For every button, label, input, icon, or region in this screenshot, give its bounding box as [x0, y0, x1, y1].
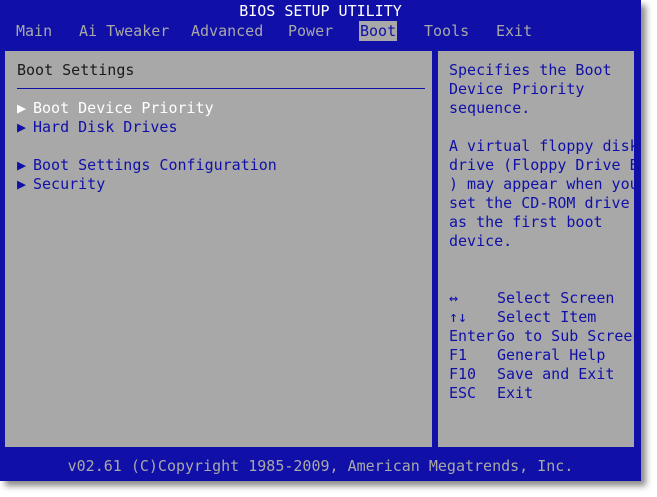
- menu-tab-boot[interactable]: Boot: [359, 21, 398, 41]
- app-title: BIOS SETUP UTILITY: [239, 2, 402, 20]
- menu-tab-power[interactable]: Power: [287, 21, 334, 41]
- key-label: F10: [449, 365, 477, 383]
- submenu-arrow-icon: ▶: [17, 175, 27, 193]
- menu-entry-label: Hard Disk Drives: [33, 118, 178, 136]
- menu-bar: Main Ai Tweaker Advanced Power Boot Tool…: [0, 21, 641, 43]
- key-hint-esc: ESC Exit: [449, 384, 533, 403]
- security-item[interactable]: ▶ Security: [17, 175, 105, 194]
- boot-settings-configuration-item[interactable]: ▶ Boot Settings Configuration: [17, 156, 277, 175]
- menu-entry-label: Security: [33, 175, 106, 193]
- section-title: Boot Settings: [17, 61, 135, 79]
- help-text-line: A virtual floppy disk: [449, 137, 639, 155]
- menu-tab-main[interactable]: Main: [15, 21, 53, 41]
- bios-screen: BIOS SETUP UTILITY Main Ai Tweaker Advan…: [0, 0, 641, 481]
- key-hint-enter: Enter Go to Sub Screen: [449, 327, 641, 346]
- submenu-arrow-icon: ▶: [17, 118, 27, 136]
- key-action: Select Screen: [497, 289, 615, 307]
- menu-entry-label: Boot Device Priority: [33, 99, 214, 117]
- up-down-arrow-icon: ↑↓: [449, 308, 468, 326]
- main-panel: Boot Settings ▶ Boot Device Priority ▶ Har…: [3, 49, 434, 449]
- submenu-arrow-icon: ▶: [17, 156, 27, 174]
- title-divider: [17, 88, 425, 89]
- menu-tab-exit[interactable]: Exit: [495, 21, 533, 41]
- left-right-arrow-icon: ↔: [449, 289, 459, 307]
- menu-tab-ai-tweaker[interactable]: Ai Tweaker: [78, 21, 170, 41]
- submenu-arrow-icon: ▶: [17, 99, 27, 117]
- help-text-line: Specifies the Boot: [449, 61, 612, 79]
- hard-disk-drives-item[interactable]: ▶ Hard Disk Drives: [17, 118, 178, 137]
- menu-tab-tools[interactable]: Tools: [423, 21, 470, 41]
- boot-device-priority-item[interactable]: ▶ Boot Device Priority: [17, 99, 214, 118]
- key-label: F1: [449, 346, 468, 364]
- help-text-line: device.: [449, 232, 513, 250]
- help-text-line: as the first boot: [449, 213, 603, 231]
- help-text-line: ) may appear when you: [449, 175, 639, 193]
- key-action: Exit: [497, 384, 534, 402]
- help-text-line: set the CD-ROM drive: [449, 194, 630, 212]
- copyright-footer: v02.61 (C)Copyright 1985-2009, American …: [67, 457, 574, 475]
- key-action: General Help: [497, 346, 606, 364]
- key-action: Save and Exit: [497, 365, 615, 383]
- help-text-line: sequence.: [449, 99, 531, 117]
- help-panel: Specifies the Boot Device Priority seque…: [436, 49, 641, 449]
- key-action: Go to Sub Screen: [497, 327, 641, 345]
- key-hint-f10: F10 Save and Exit: [449, 365, 614, 384]
- key-hint-select-screen: ↔ Select Screen: [449, 289, 614, 308]
- key-hint-f1: F1 General Help: [449, 346, 605, 365]
- help-text-line: Device Priority: [449, 80, 585, 98]
- key-action: Select Item: [497, 308, 597, 326]
- key-label: Enter: [449, 327, 495, 345]
- menu-entry-label: Boot Settings Configuration: [33, 156, 277, 174]
- key-label: ESC: [449, 384, 477, 402]
- menu-tab-advanced[interactable]: Advanced: [190, 21, 264, 41]
- key-hint-select-item: ↑↓ Select Item: [449, 308, 596, 327]
- help-text-line: drive (Floppy Drive B:: [449, 156, 641, 174]
